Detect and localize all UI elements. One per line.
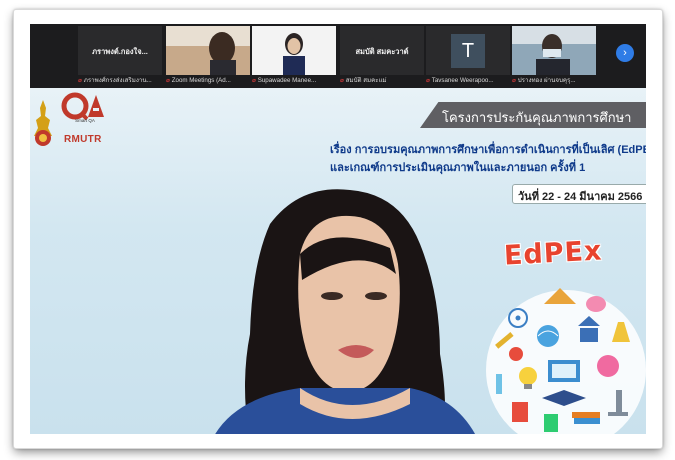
participant-tile-1[interactable]: ภราพงต์.กองใจ... <box>78 26 162 75</box>
participant-tile-5[interactable]: T <box>426 26 510 75</box>
participant-strip: ภราพงต์.กองใจ... ⌀ ภราพงศ์กรงส่งเสริมงาน.… <box>30 24 646 88</box>
participant-caption-text: ปรางทอง ผ่านจบคุรุ... <box>517 77 576 84</box>
participant-caption-4: ⌀ สมบัติ สมคะแม่ <box>340 76 426 86</box>
chevron-right-icon: › <box>623 47 627 59</box>
shared-slide: Smart QA RMUTR โครงการประกันคุณภาพการศึก… <box>30 88 646 434</box>
university-seal-logo <box>34 100 52 146</box>
event-date: วันที่ 22 - 24 มีนาคม 2566 <box>518 191 643 203</box>
mic-muted-icon: ⌀ <box>512 77 516 84</box>
participant-tile-2[interactable] <box>166 26 250 75</box>
participant-video-2 <box>252 26 336 75</box>
participant-caption-text: Supawadee Manee... <box>257 77 317 84</box>
globe-icon <box>537 325 559 347</box>
participant-name-label: ภราพงต์.กองใจ... <box>92 47 148 56</box>
mic-muted-icon: ⌀ <box>78 77 82 84</box>
participant-caption-text: ภราพงศ์กรงส่งเสริมงาน... <box>83 77 152 84</box>
presenter-video <box>215 189 476 434</box>
photo-frame: ภราพงต์.กองใจ... ⌀ ภราพงศ์กรงส่งเสริมงาน.… <box>14 10 662 448</box>
participant-caption-text: Zoom Meetings (Ad... <box>171 77 231 84</box>
mic-muted-icon: ⌀ <box>340 77 344 84</box>
participant-tile-4[interactable]: สมบัติ สมคะวาต์ <box>340 26 424 75</box>
participant-caption-5: ⌀ Tavsanee Weerapoo... <box>426 76 512 86</box>
monitor-icon <box>548 360 580 382</box>
brain-icon <box>586 296 606 312</box>
zoom-meeting-window: ภราพงต์.กองใจ... ⌀ ภราพงศ์กรงส่งเสริมงาน.… <box>30 24 646 434</box>
participant-video-3 <box>512 26 596 75</box>
participant-caption-3: ⌀ Supawadee Manee... <box>252 76 338 86</box>
participant-caption-2: ⌀ Zoom Meetings (Ad... <box>166 76 252 86</box>
participant-name-label: สมบัติ สมคะวาต์ <box>355 47 409 56</box>
calculator-icon <box>544 414 558 432</box>
participant-caption-6: ⌀ ปรางทอง ผ่านจบคุรุ... <box>512 76 598 86</box>
mic-muted-icon: ⌀ <box>252 77 256 84</box>
avatar: T <box>451 33 485 68</box>
mic-muted-icon: ⌀ <box>426 77 430 84</box>
mic-muted-icon: ⌀ <box>166 77 170 84</box>
book-icon <box>512 402 528 422</box>
slide-subtitle-line-1: เรื่อง การอบรมคุณภาพการศึกษาเพื่อการดำเน… <box>330 144 646 156</box>
participant-caption-1: ⌀ ภราพงศ์กรงส่งเสริมงาน... <box>78 76 164 86</box>
head-gear-icon <box>597 355 619 377</box>
apple-icon <box>509 347 523 361</box>
smart-qa-logo-text: Smart QA <box>75 118 95 123</box>
participant-video-1 <box>166 26 250 75</box>
participant-caption-text: Tavsanee Weerapoo... <box>431 77 494 84</box>
edpex-title: EdPEx <box>503 235 604 272</box>
education-icons-graphic <box>486 288 646 434</box>
slide-subtitle-line-2: และเกณฑ์การประเมินคุณภาพในและภายนอก ครั้… <box>330 162 586 174</box>
books-stack-icon <box>572 412 600 424</box>
slide-title: โครงการประกันคุณภาพการศึกษา <box>442 110 632 125</box>
participant-caption-text: สมบัติ สมคะแม่ <box>345 77 387 84</box>
next-page-button[interactable]: › <box>616 44 634 62</box>
participant-tile-3[interactable] <box>252 26 336 75</box>
participant-tile-6[interactable] <box>512 26 596 75</box>
test-tube-icon <box>496 374 502 394</box>
org-short-name: RMUTR <box>64 134 102 145</box>
